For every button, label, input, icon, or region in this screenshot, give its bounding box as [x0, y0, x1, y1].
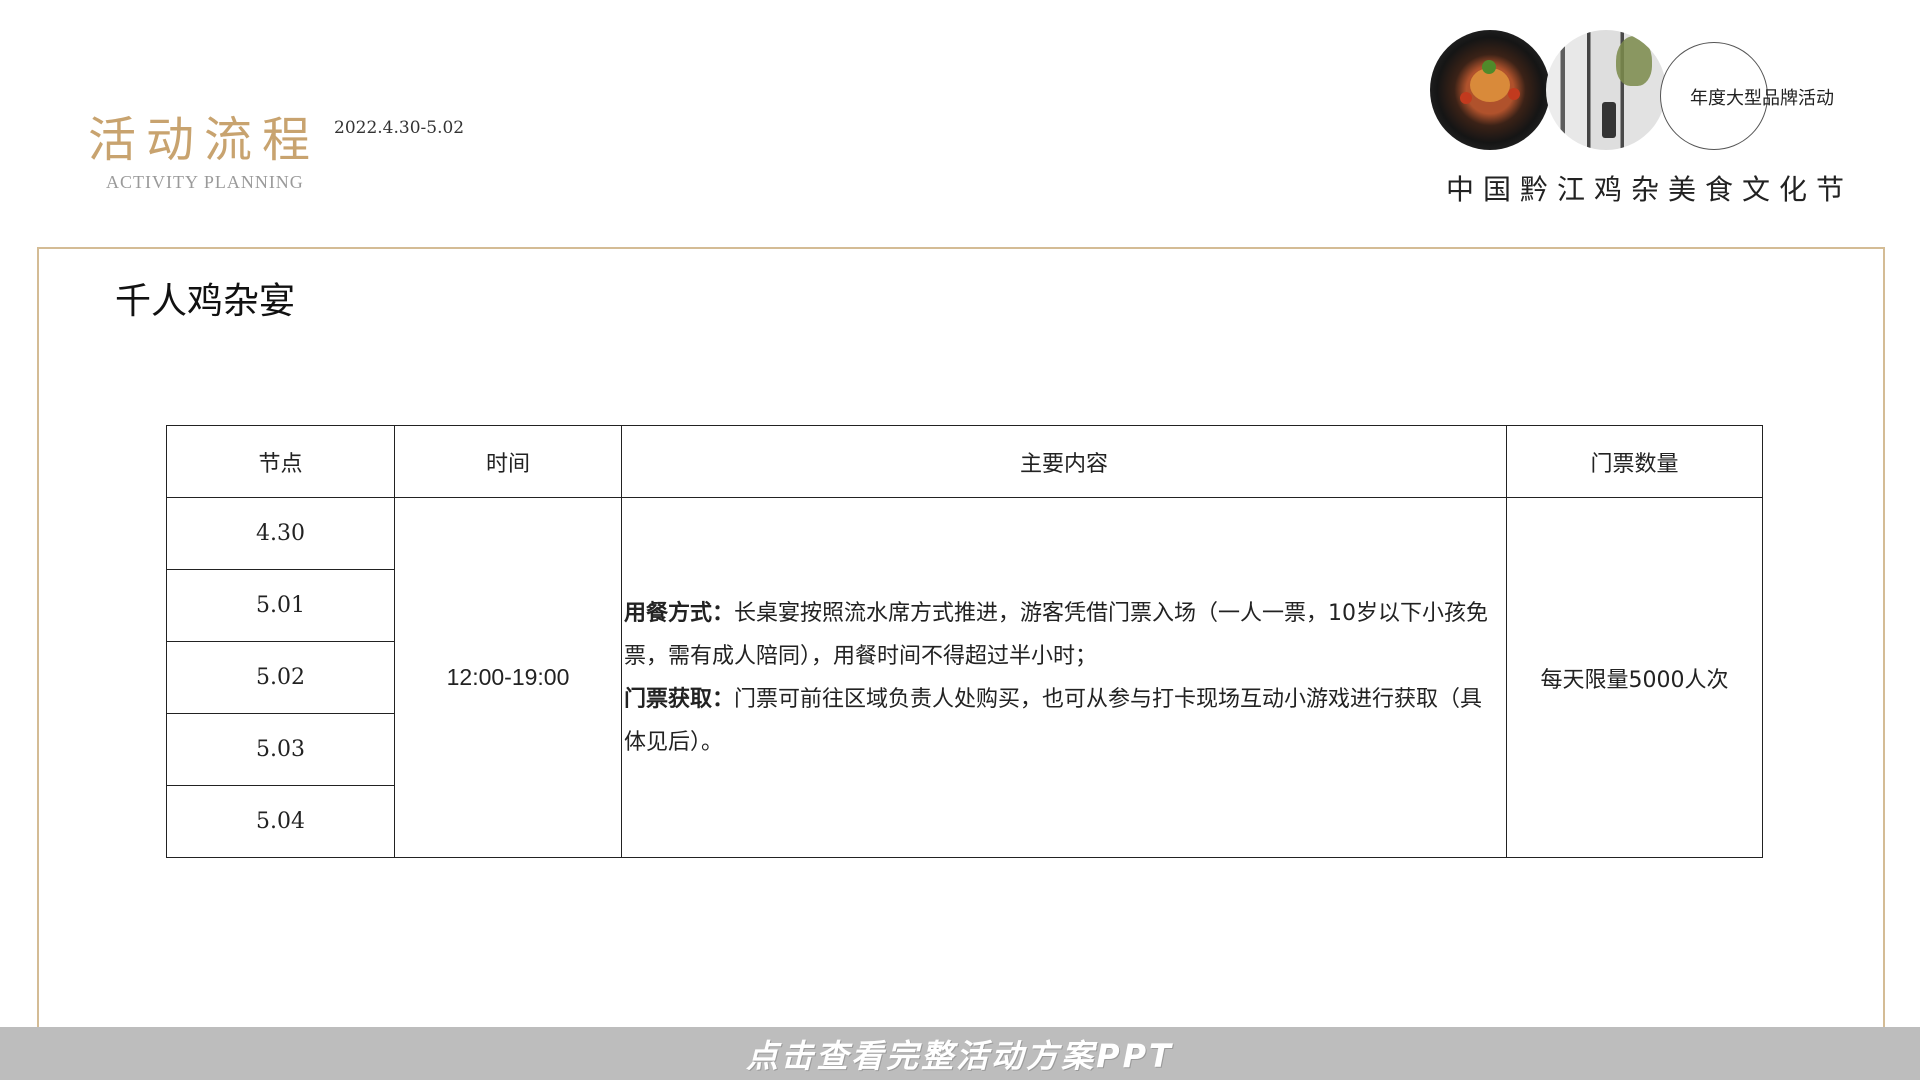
ticket-label: 门票获取： — [624, 686, 735, 712]
dining-text: 长桌宴按照流水席方式推进，游客凭借门票入场（一人一票，10岁以下小孩免票，需有成… — [624, 600, 1489, 669]
banner-text[interactable]: 点击查看完整活动方案PPT — [746, 1031, 1174, 1077]
header-time: 时间 — [394, 425, 622, 498]
page-title: 活动流程 — [88, 112, 321, 168]
interior-photo — [1546, 30, 1666, 150]
brand-tag: 年度大型品牌活动 — [1690, 88, 1834, 109]
header-content: 主要内容 — [621, 425, 1507, 498]
schedule-table: 节点 时间 主要内容 门票数量 4.30 12:00-19:00 用餐方式：长桌… — [166, 425, 1763, 858]
node-cell: 5.02 — [166, 641, 395, 714]
node-cell: 5.04 — [166, 785, 395, 858]
view-full-plan-banner[interactable]: 点击查看完整活动方案PPT — [0, 1027, 1920, 1080]
section-title: 千人鸡杂宴 — [115, 281, 296, 322]
ticket-text: 门票可前往区域负责人处购买，也可从参与打卡现场互动小游戏进行获取（具体见后）。 — [624, 686, 1483, 755]
date-range: 2022.4.30-5.02 — [334, 118, 465, 138]
node-cell: 4.30 — [166, 497, 395, 570]
table-row: 4.30 12:00-19:00 用餐方式：长桌宴按照流水席方式推进，游客凭借门… — [166, 497, 1763, 858]
table-header-row: 节点 时间 主要内容 门票数量 — [166, 425, 1763, 498]
page-subtitle: ACTIVITY PLANNING — [106, 172, 304, 192]
time-cell: 12:00-19:00 — [394, 497, 622, 858]
dining-label: 用餐方式： — [624, 600, 735, 626]
tickets-cell: 每天限量5000人次 — [1506, 497, 1763, 858]
content-cell: 用餐方式：长桌宴按照流水席方式推进，游客凭借门票入场（一人一票，10岁以下小孩免… — [621, 497, 1507, 858]
node-cell: 5.01 — [166, 569, 395, 642]
festival-name: 中国黔江鸡杂美食文化节 — [1446, 173, 1854, 206]
food-photo — [1430, 30, 1550, 150]
node-cell: 5.03 — [166, 713, 395, 786]
header-tickets: 门票数量 — [1506, 425, 1763, 498]
header-node: 节点 — [166, 425, 395, 498]
